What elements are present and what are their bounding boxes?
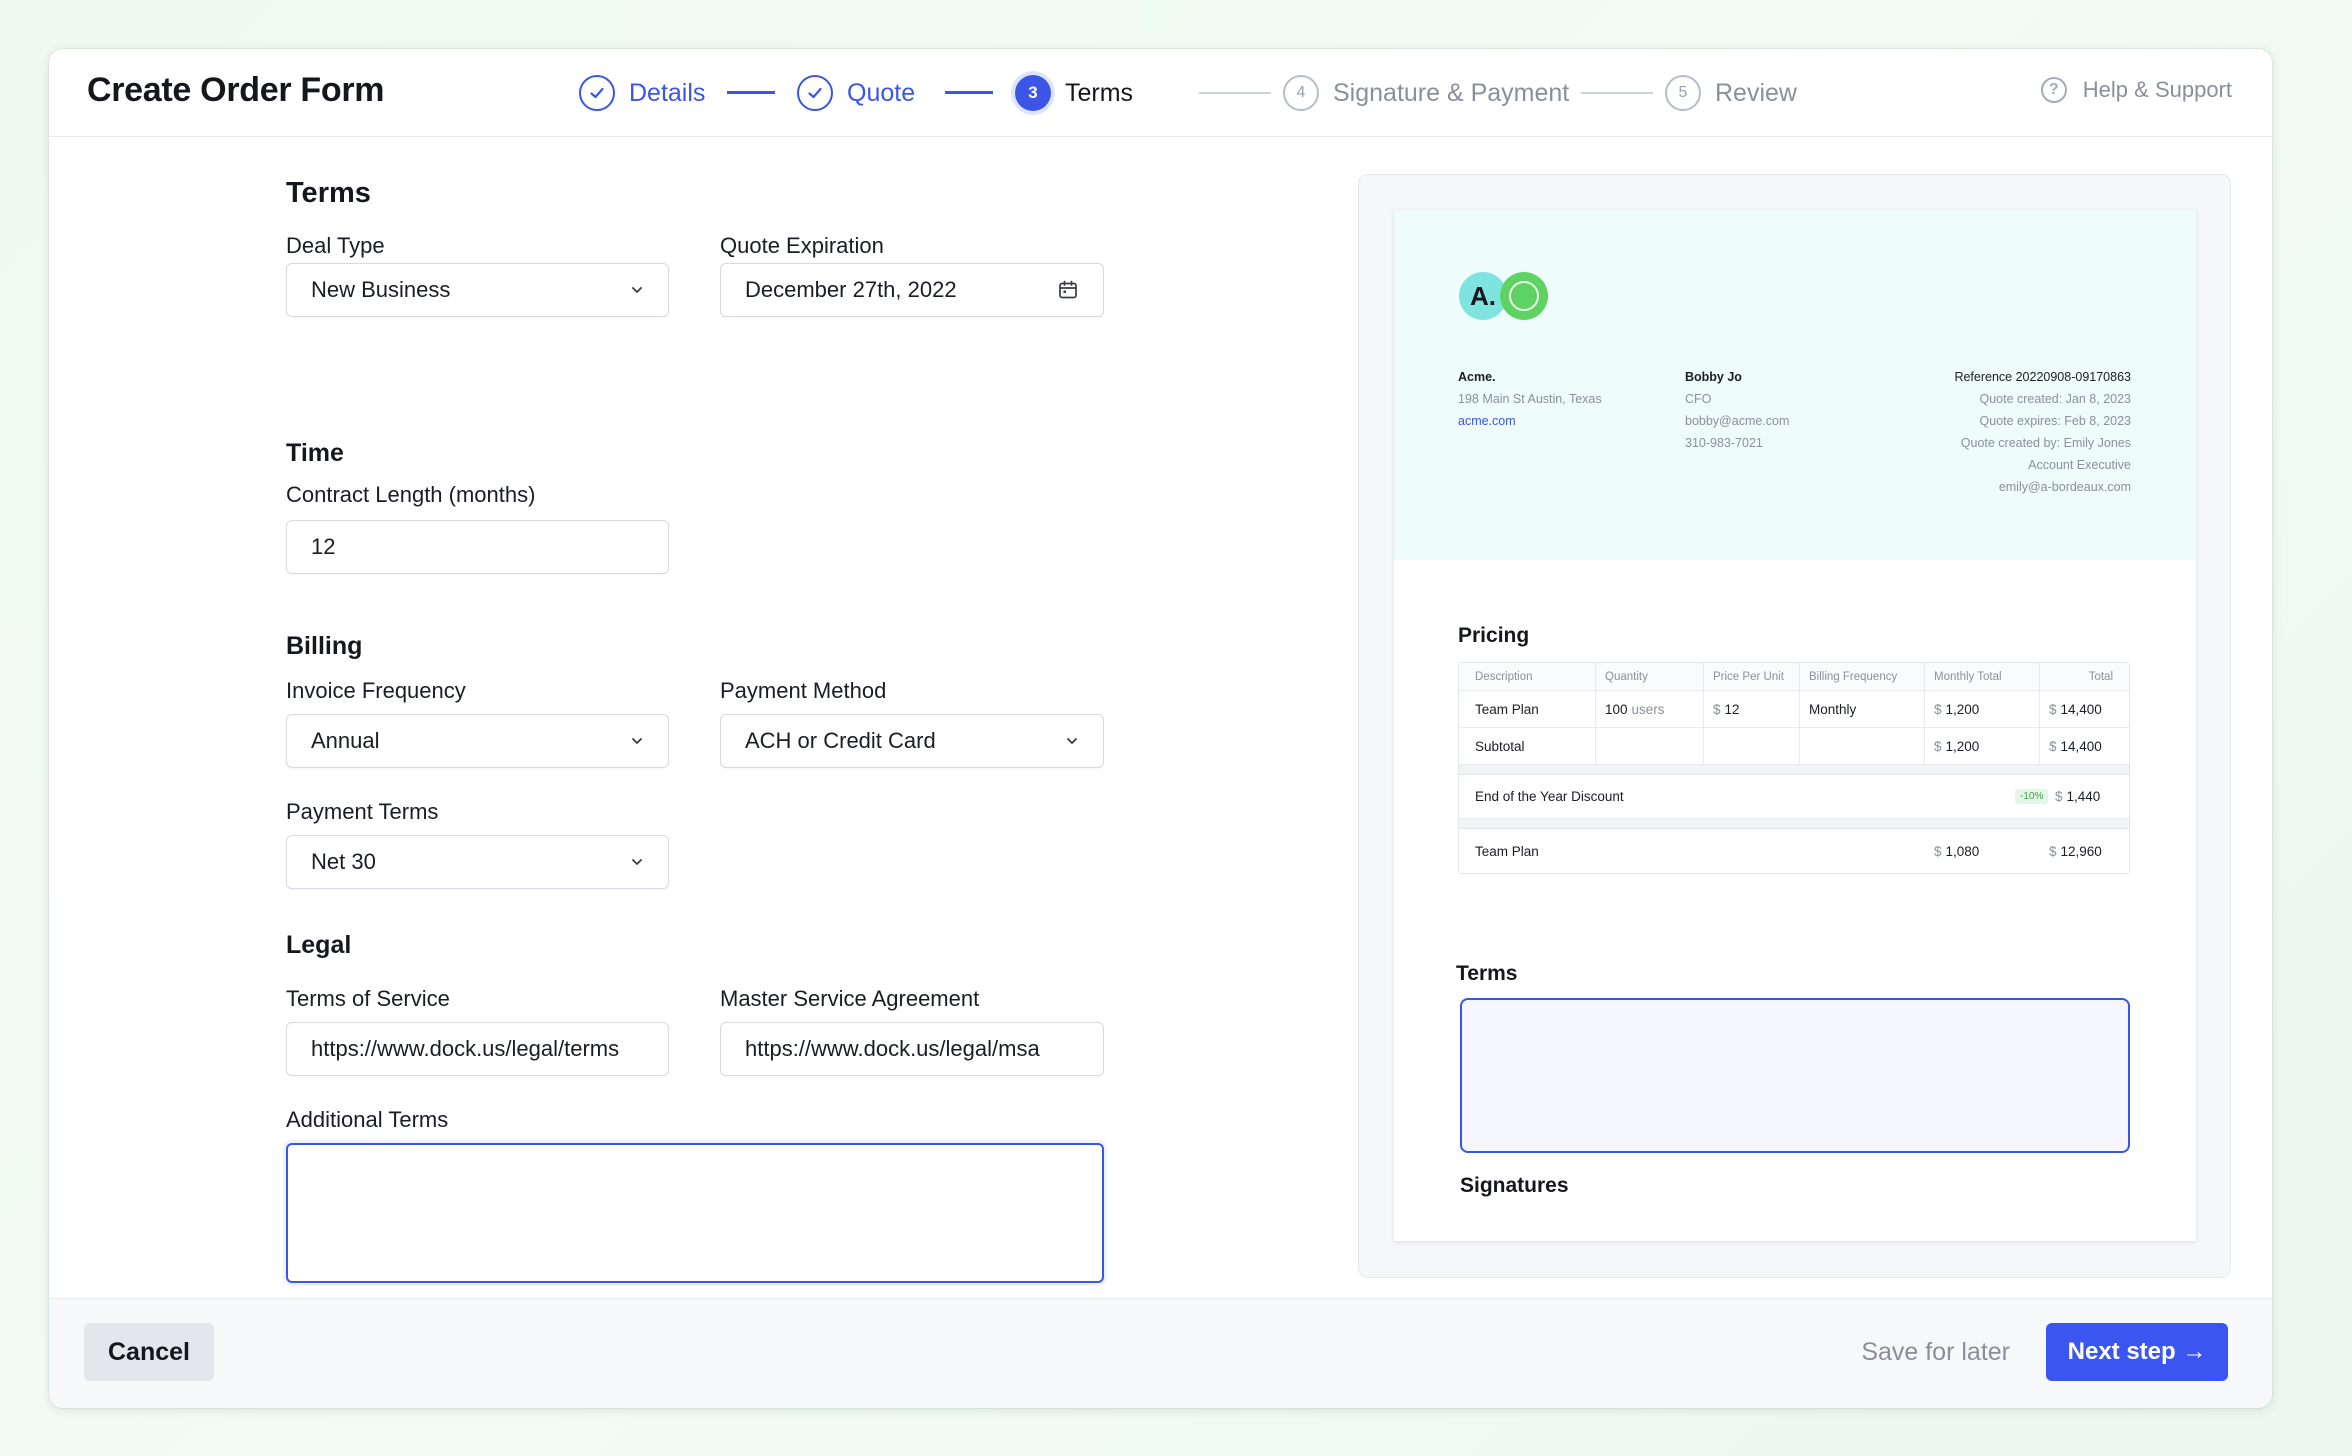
help-support-link[interactable]: ? Help & Support bbox=[2040, 77, 2232, 103]
step-connector bbox=[1581, 92, 1653, 94]
step-connector bbox=[1199, 92, 1271, 94]
help-label: Help & Support bbox=[2082, 77, 2232, 102]
section-title-billing: Billing bbox=[286, 632, 363, 660]
msa-url-input[interactable]: https://www.dock.us/legal/msa bbox=[720, 1022, 1104, 1076]
save-for-later-button[interactable]: Save for later bbox=[1861, 1323, 2010, 1381]
terms-title: Terms bbox=[1456, 962, 1518, 985]
step-review[interactable]: 5 Review bbox=[1665, 73, 1797, 113]
quote-expiration-label: Quote Expiration bbox=[720, 233, 884, 258]
check-icon bbox=[579, 75, 615, 111]
deal-type-label: Deal Type bbox=[286, 233, 385, 258]
cancel-button[interactable]: Cancel bbox=[84, 1323, 214, 1381]
step-label: Quote bbox=[847, 78, 916, 107]
next-step-button[interactable]: Next step → bbox=[2046, 1323, 2228, 1381]
terms-form: Terms Deal Type New Business Quote Expir… bbox=[49, 137, 1349, 1347]
invoice-frequency-select[interactable]: Annual bbox=[286, 714, 669, 768]
chevron-down-icon bbox=[632, 287, 642, 293]
section-title-legal: Legal bbox=[286, 931, 352, 959]
table-row: Team Plan 100 users $12 Monthly $1,200 $1… bbox=[1459, 691, 2129, 728]
quote-meta: Reference 20220908-09170863 Quote create… bbox=[1954, 370, 2131, 494]
quote-document: A. Acme. 198 Main St Austin, Texas acme.… bbox=[1394, 210, 2196, 1241]
step-label: Terms bbox=[1065, 78, 1134, 107]
brand-logo-icon bbox=[1500, 272, 1548, 320]
company-website-link[interactable]: acme.com bbox=[1458, 410, 1602, 432]
step-label: Review bbox=[1715, 78, 1797, 107]
payment-terms-select[interactable]: Net 30 bbox=[286, 835, 669, 889]
step-terms[interactable]: 3 Terms bbox=[1015, 73, 1133, 113]
terms-preview-box[interactable] bbox=[1460, 998, 2130, 1153]
document-preview-panel: A. Acme. 198 Main St Austin, Texas acme.… bbox=[1358, 174, 2231, 1278]
table-header-row: Description Quantity Price Per Unit Bill… bbox=[1459, 663, 2129, 691]
deal-type-select[interactable]: New Business bbox=[286, 263, 669, 317]
additional-terms-label: Additional Terms bbox=[286, 1107, 449, 1132]
section-title-time: Time bbox=[286, 439, 344, 467]
step-connector bbox=[727, 91, 775, 94]
pricing-title: Pricing bbox=[1458, 624, 1530, 647]
section-title-terms: Terms bbox=[286, 177, 371, 209]
chevron-down-icon bbox=[632, 738, 642, 744]
step-signature-payment[interactable]: 4 Signature & Payment bbox=[1283, 73, 1569, 113]
document-header: A. Acme. 198 Main St Austin, Texas acme.… bbox=[1394, 210, 2196, 560]
footer: Cancel Save for later Next step → bbox=[49, 1298, 2272, 1408]
calendar-icon bbox=[1059, 280, 1077, 299]
check-icon bbox=[797, 75, 833, 111]
tos-url-input[interactable]: https://www.dock.us/legal/terms bbox=[286, 1022, 669, 1076]
table-spacer bbox=[1459, 765, 2129, 775]
contact-info: Bobby Jo CFO bobby@acme.com 310-983-7021 bbox=[1685, 370, 1790, 450]
chevron-down-icon bbox=[632, 859, 642, 865]
table-spacer bbox=[1459, 819, 2129, 829]
order-form-window: Create Order Form Details Quote 3 Terms bbox=[49, 49, 2272, 1408]
quote-expiration-datepicker[interactable]: December 27th, 2022 bbox=[720, 263, 1104, 317]
step-quote[interactable]: Quote bbox=[797, 73, 915, 113]
stepper: Details Quote 3 Terms 4 Signature & Paym… bbox=[579, 73, 1879, 113]
contract-length-input[interactable]: 12 bbox=[286, 520, 669, 574]
table-row-total: Team Plan $1,080 $12,960 bbox=[1475, 843, 2102, 859]
chevron-down-icon bbox=[1067, 738, 1077, 744]
step-number: 3 bbox=[1015, 75, 1051, 111]
payment-method-label: Payment Method bbox=[720, 678, 887, 703]
step-number: 5 bbox=[1665, 75, 1701, 111]
payment-method-select[interactable]: ACH or Credit Card bbox=[720, 714, 1104, 768]
tos-label: Terms of Service bbox=[286, 986, 450, 1011]
invoice-frequency-label: Invoice Frequency bbox=[286, 678, 466, 703]
table-row-discount: End of the Year Discount -10% $1,440 bbox=[1459, 775, 2129, 819]
discount-badge: -10% bbox=[2015, 789, 2049, 804]
pricing-table: Description Quantity Price Per Unit Bill… bbox=[1458, 662, 2130, 874]
step-number: 4 bbox=[1283, 75, 1319, 111]
company-info: Acme. 198 Main St Austin, Texas acme.com bbox=[1458, 366, 1602, 432]
table-row-subtotal: Subtotal $1,200 $14,400 bbox=[1459, 728, 2129, 765]
question-icon: ? bbox=[2040, 77, 2067, 103]
step-connector bbox=[945, 91, 993, 94]
header: Create Order Form Details Quote 3 Terms bbox=[49, 49, 2272, 137]
contract-length-label: Contract Length (months) bbox=[286, 482, 536, 507]
additional-terms-textarea[interactable] bbox=[286, 1143, 1104, 1283]
step-details[interactable]: Details bbox=[579, 73, 705, 113]
payment-terms-label: Payment Terms bbox=[286, 799, 439, 824]
step-label: Signature & Payment bbox=[1333, 78, 1570, 107]
step-label: Details bbox=[629, 78, 706, 107]
signatures-title: Signatures bbox=[1460, 1174, 1569, 1197]
msa-label: Master Service Agreement bbox=[720, 986, 980, 1011]
page-title: Create Order Form bbox=[87, 71, 385, 109]
